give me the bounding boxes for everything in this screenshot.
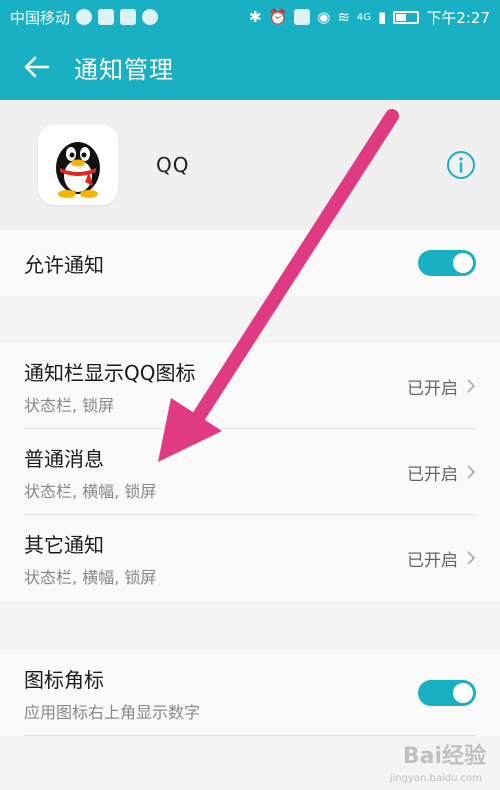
toggle-knob — [453, 253, 473, 273]
qq-notification-icon — [76, 9, 93, 25]
qq-penguin-icon — [56, 142, 100, 198]
watermark-url: jingyan.baidu.com — [389, 773, 482, 784]
back-arrow-icon — [24, 56, 50, 78]
allow-notifications-label: 允许通知 — [24, 252, 104, 277]
list-item-icon-badge[interactable]: 图标角标 应用图标右上角显示数字 — [0, 650, 500, 736]
paw-app-icon — [142, 9, 159, 25]
carrier-label: 中国移动 — [10, 8, 71, 27]
chevron-right-icon — [467, 465, 476, 479]
status-bar: 中国移动 ✱ ⏰ ◉ ≋ 4G ▮ 下午2:27 — [0, 0, 500, 34]
list-item-subtitle: 状态栏, 横幅, 锁屏 — [24, 481, 157, 501]
page-title: 通知管理 — [74, 55, 174, 84]
list-item-subtitle: 状态栏, 锁屏 — [24, 395, 115, 415]
bluetooth-icon: ✱ — [248, 8, 262, 26]
list-item-status: 已开启 — [407, 464, 458, 485]
badge-section: 图标角标 应用图标右上角显示数字 — [0, 650, 500, 736]
browser-app-icon — [120, 9, 137, 25]
watermark-logo: Bai经验 — [402, 744, 486, 769]
list-item-subtitle: 应用图标右上角显示数字 — [24, 702, 201, 722]
app-info-header: QQ — [0, 100, 500, 230]
list-item-title: 图标角标 — [24, 667, 104, 692]
wifi-icon: ≋ — [337, 8, 350, 26]
app-name: QQ — [156, 153, 190, 177]
clock: 下午2:27 — [426, 8, 490, 27]
divider — [24, 735, 476, 736]
qq-app-icon — [38, 125, 118, 205]
icon-badge-toggle[interactable] — [418, 680, 476, 706]
list-item-status-bar-icon[interactable]: 通知栏显示QQ图标 状态栏, 锁屏 已开启 — [0, 343, 500, 429]
allow-notifications-section: 允许通知 — [0, 230, 500, 296]
list-item-status: 已开启 — [407, 378, 458, 399]
back-button[interactable] — [0, 34, 74, 100]
list-item-subtitle: 状态栏, 横幅, 锁屏 — [24, 567, 157, 587]
signal-icon: ▮ — [378, 8, 387, 26]
alarm-icon: ⏰ — [268, 8, 288, 26]
list-item-normal-messages[interactable]: 普通消息 状态栏, 横幅, 锁屏 已开启 — [0, 429, 500, 515]
app-bar: 通知管理 — [0, 34, 500, 100]
chevron-right-icon — [467, 551, 476, 565]
list-item-title: 其它通知 — [24, 532, 104, 557]
hd-icon — [294, 9, 311, 25]
app-info-button[interactable] — [446, 150, 476, 180]
network-type: 4G — [356, 11, 372, 23]
toggle-knob — [453, 683, 473, 703]
list-item-title: 普通消息 — [24, 446, 104, 471]
notification-settings-section: 通知栏显示QQ图标 状态栏, 锁屏 已开启 普通消息 状态栏, 横幅, 锁屏 已… — [0, 343, 500, 601]
video-app-icon — [98, 9, 115, 25]
list-item-other-notifications[interactable]: 其它通知 状态栏, 横幅, 锁屏 已开启 — [0, 515, 500, 601]
allow-notifications-row[interactable]: 允许通知 — [0, 230, 500, 296]
info-icon — [447, 151, 475, 179]
list-item-title: 通知栏显示QQ图标 — [24, 360, 196, 385]
list-item-status: 已开启 — [407, 550, 458, 571]
battery-icon — [393, 10, 420, 24]
allow-notifications-toggle[interactable] — [418, 250, 476, 276]
eye-comfort-icon: ◉ — [317, 8, 331, 26]
chevron-right-icon — [467, 379, 476, 393]
